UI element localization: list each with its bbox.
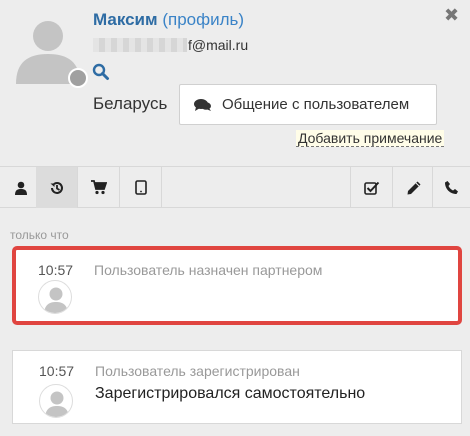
chat-button-label: Общение с пользователем [222,96,410,113]
user-country: Беларусь [93,94,168,113]
online-status-indicator [68,68,88,88]
event-description: Зарегистрировался самостоятельно [95,385,366,402]
user-icon [14,181,27,195]
toolbar [0,166,470,208]
email-suffix: f@mail.ru [188,37,249,53]
activity-card: 10:57 Пользователь зарегистрирован Зарег… [12,350,462,424]
history-icon [50,181,63,194]
chat-with-user-button[interactable]: Общение с пользователем [179,84,437,125]
close-icon[interactable]: ✖ [444,6,459,24]
event-time: 10:57 [38,262,74,278]
feed-group-label: только что [10,228,69,242]
search-icon[interactable] [92,63,110,81]
event-user-avatar [39,384,73,418]
event-title: Пользователь зарегистрирован [95,363,300,379]
phone-icon [445,181,458,194]
profile-link[interactable]: (профиль) [162,10,244,29]
activity-card: 10:57 Пользователь назначен партнером [12,246,462,325]
user-name-line: Максим (профиль) [93,10,244,30]
tab-tasks[interactable] [350,167,392,208]
add-note-link[interactable]: Добавить примечание [296,130,445,147]
user-email: f@mail.ru [93,37,248,53]
event-user-avatar [38,280,72,314]
event-title: Пользователь назначен партнером [94,262,323,278]
tab-orders[interactable] [78,167,120,208]
tab-edit[interactable] [392,167,434,208]
user-name[interactable]: Максим [93,10,158,29]
shopping-cart-icon [90,180,107,195]
email-redacted-mask [93,38,187,52]
chat-bubbles-icon [194,98,211,111]
event-time: 10:57 [39,363,75,379]
tab-call[interactable] [432,167,470,208]
tab-devices[interactable] [120,167,162,208]
pencil-icon [407,181,420,194]
checkbox-icon [363,181,379,195]
tablet-icon [134,180,147,195]
tab-history[interactable] [36,167,78,208]
